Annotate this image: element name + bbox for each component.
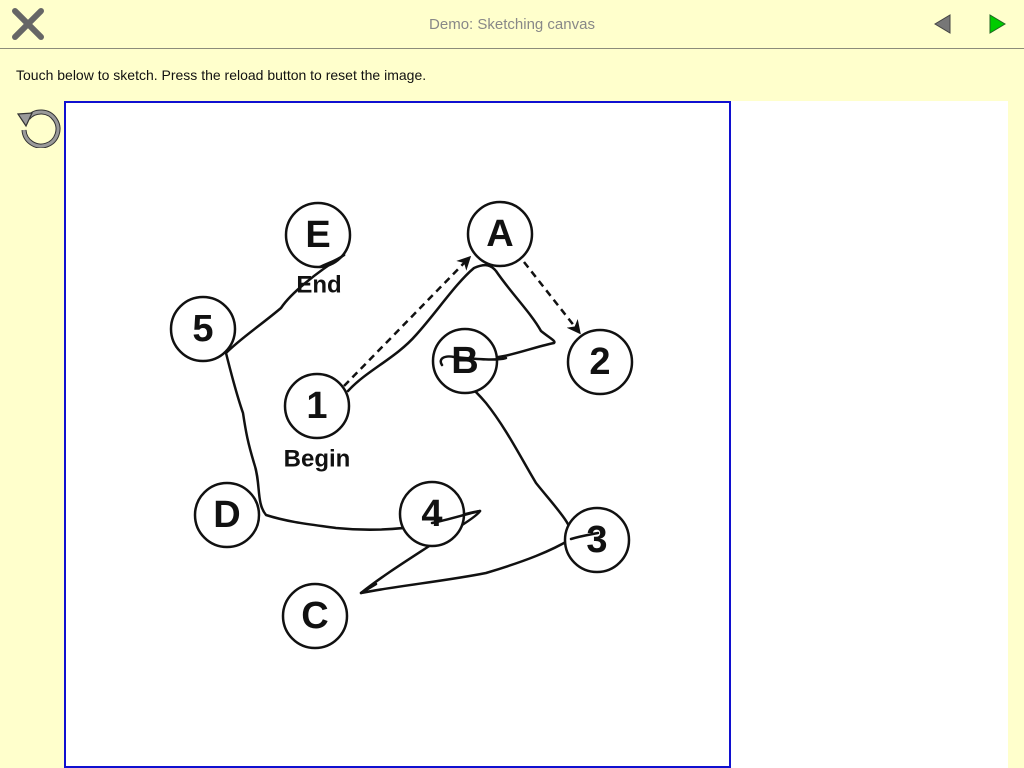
node-3: 3: [563, 506, 631, 574]
svg-text:3: 3: [586, 519, 607, 561]
svg-text:5: 5: [192, 308, 213, 350]
node-5: 5: [169, 295, 237, 363]
svg-text:C: C: [301, 595, 328, 637]
end-caption: End: [296, 272, 341, 299]
instructions-text: Touch below to sketch. Press the reload …: [16, 67, 427, 83]
node-4: 4: [398, 480, 466, 548]
reload-button[interactable]: [14, 104, 62, 149]
node-1: 1: [283, 372, 351, 440]
svg-text:A: A: [486, 213, 513, 255]
sketch-drawing: E A 5 B 2 1 D 4 3 C End Begin: [169, 200, 634, 650]
top-bar: Demo: Sketching canvas: [0, 0, 1024, 49]
begin-caption: Begin: [284, 446, 351, 473]
reload-icon: [16, 109, 61, 149]
svg-text:B: B: [451, 340, 478, 382]
svg-text:D: D: [213, 494, 240, 536]
sketch-canvas[interactable]: E A 5 B 2 1 D 4 3 C End Begin: [64, 101, 731, 768]
node-c: C: [281, 582, 349, 650]
dashed-arrow-a-to-2: [523, 261, 581, 335]
triangle-right-icon: [989, 14, 1006, 34]
sketch-stroke-overlay: [318, 253, 600, 595]
triangle-left-icon: [934, 14, 951, 34]
next-button[interactable]: [982, 10, 1012, 38]
svg-text:4: 4: [421, 493, 442, 535]
svg-text:2: 2: [589, 341, 610, 383]
node-b: B: [431, 327, 499, 395]
node-a: A: [466, 200, 534, 268]
side-panel: [731, 101, 1008, 768]
previous-button[interactable]: [928, 10, 958, 38]
page-title: Demo: Sketching canvas: [429, 16, 595, 33]
node-2: 2: [566, 328, 634, 396]
sketch-stroke: [224, 253, 574, 595]
node-d: D: [193, 481, 261, 549]
svg-text:E: E: [305, 214, 330, 256]
svg-text:1: 1: [306, 385, 327, 427]
